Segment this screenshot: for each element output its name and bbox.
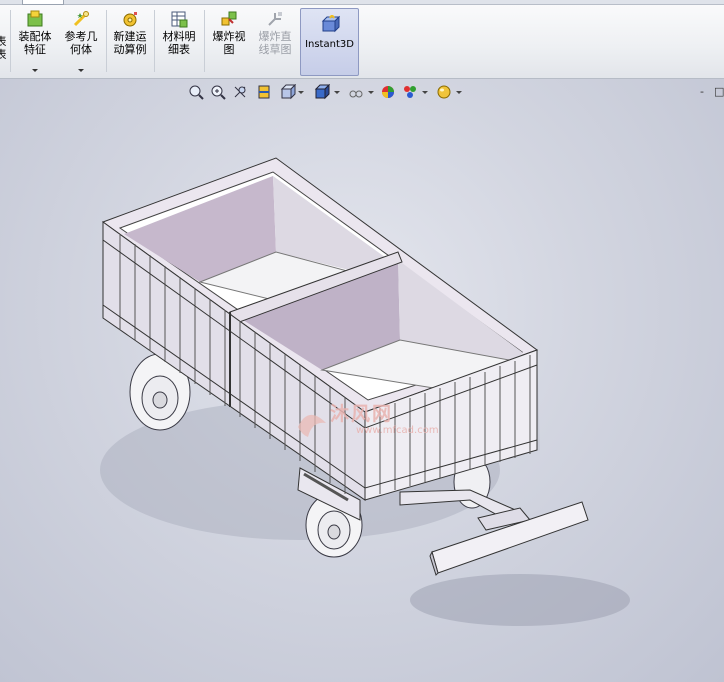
view-orientation-icon[interactable]: [280, 84, 296, 100]
reference-geometry-button[interactable]: 参考几 何体: [58, 8, 104, 76]
bom-label: 材料明 细表: [162, 30, 196, 56]
explode-line-sketch-button[interactable]: 爆炸直 线草图: [252, 8, 298, 76]
partial-button-label: 表 表: [0, 35, 7, 61]
display-style-icon[interactable]: [314, 84, 330, 100]
zoom-to-fit-icon[interactable]: [188, 84, 204, 100]
chevron-down-icon[interactable]: [456, 91, 462, 94]
partial-button[interactable]: 表 表: [0, 8, 8, 76]
graphics-area[interactable]: 沐风网 www.mfcad.com: [0, 79, 724, 682]
model-shadow-right: [410, 574, 630, 626]
chevron-down-icon[interactable]: [298, 91, 304, 94]
ribbon-separator: [204, 10, 205, 72]
active-tab-stub[interactable]: [22, 0, 64, 5]
chevron-down-icon[interactable]: [32, 69, 38, 72]
chevron-down-icon[interactable]: [422, 91, 428, 94]
instant3d-label: Instant3D: [305, 39, 354, 50]
chevron-down-icon[interactable]: [334, 91, 340, 94]
instant3d-icon: [321, 15, 340, 33]
previous-view-icon[interactable]: [232, 84, 248, 100]
chevron-down-icon[interactable]: [78, 69, 84, 72]
restore-button[interactable]: □: [714, 85, 724, 98]
ribbon-tab-strip: [0, 0, 724, 5]
command-manager-ribbon: 表 表 装配体 特征 参考几 何体 新建运 动算例 材料明 细表 爆炸视 图 爆…: [0, 0, 724, 79]
chevron-down-icon[interactable]: [368, 91, 374, 94]
bill-of-materials-icon: [171, 11, 188, 28]
view-heads-up-toolbar: [188, 84, 468, 102]
new-motion-study-button[interactable]: 新建运 动算例: [108, 8, 152, 76]
explode-line-sketch-label: 爆炸直 线草图: [258, 30, 292, 56]
new-motion-study-label: 新建运 动算例: [113, 30, 147, 56]
explode-line-sketch-icon: [268, 12, 282, 26]
motion-study-icon: [123, 12, 137, 27]
ribbon-separator: [10, 10, 11, 72]
edit-appearance-icon[interactable]: [380, 84, 396, 100]
view-settings-icon[interactable]: [436, 84, 452, 100]
trailer-model: [100, 157, 630, 626]
assembly-feature-icon: [27, 10, 43, 27]
reference-geometry-label: 参考几 何体: [64, 30, 98, 56]
assembly-feature-button[interactable]: 装配体 特征: [12, 8, 58, 76]
ribbon-separator: [154, 10, 155, 72]
hide-show-items-icon[interactable]: [348, 84, 364, 100]
zoom-to-area-icon[interactable]: [210, 84, 226, 100]
watermark-url: www.mfcad.com: [356, 425, 439, 436]
bom-button[interactable]: 材料明 细表: [156, 8, 202, 76]
assembly-feature-label: 装配体 特征: [18, 30, 52, 56]
ribbon-separator: [106, 10, 107, 72]
exploded-view-button[interactable]: 爆炸视 图: [206, 8, 252, 76]
reference-geometry-icon: [73, 11, 89, 27]
minimize-button[interactable]: -: [700, 85, 704, 98]
section-view-icon[interactable]: [256, 84, 272, 100]
instant3d-button[interactable]: Instant3D: [300, 8, 359, 76]
exploded-view-icon: [221, 11, 237, 26]
exploded-view-label: 爆炸视 图: [212, 30, 246, 56]
watermark-brand: 沐风网: [330, 403, 394, 425]
apply-scene-icon[interactable]: [402, 84, 418, 100]
watermark: 沐风网 www.mfcad.com: [290, 397, 440, 447]
